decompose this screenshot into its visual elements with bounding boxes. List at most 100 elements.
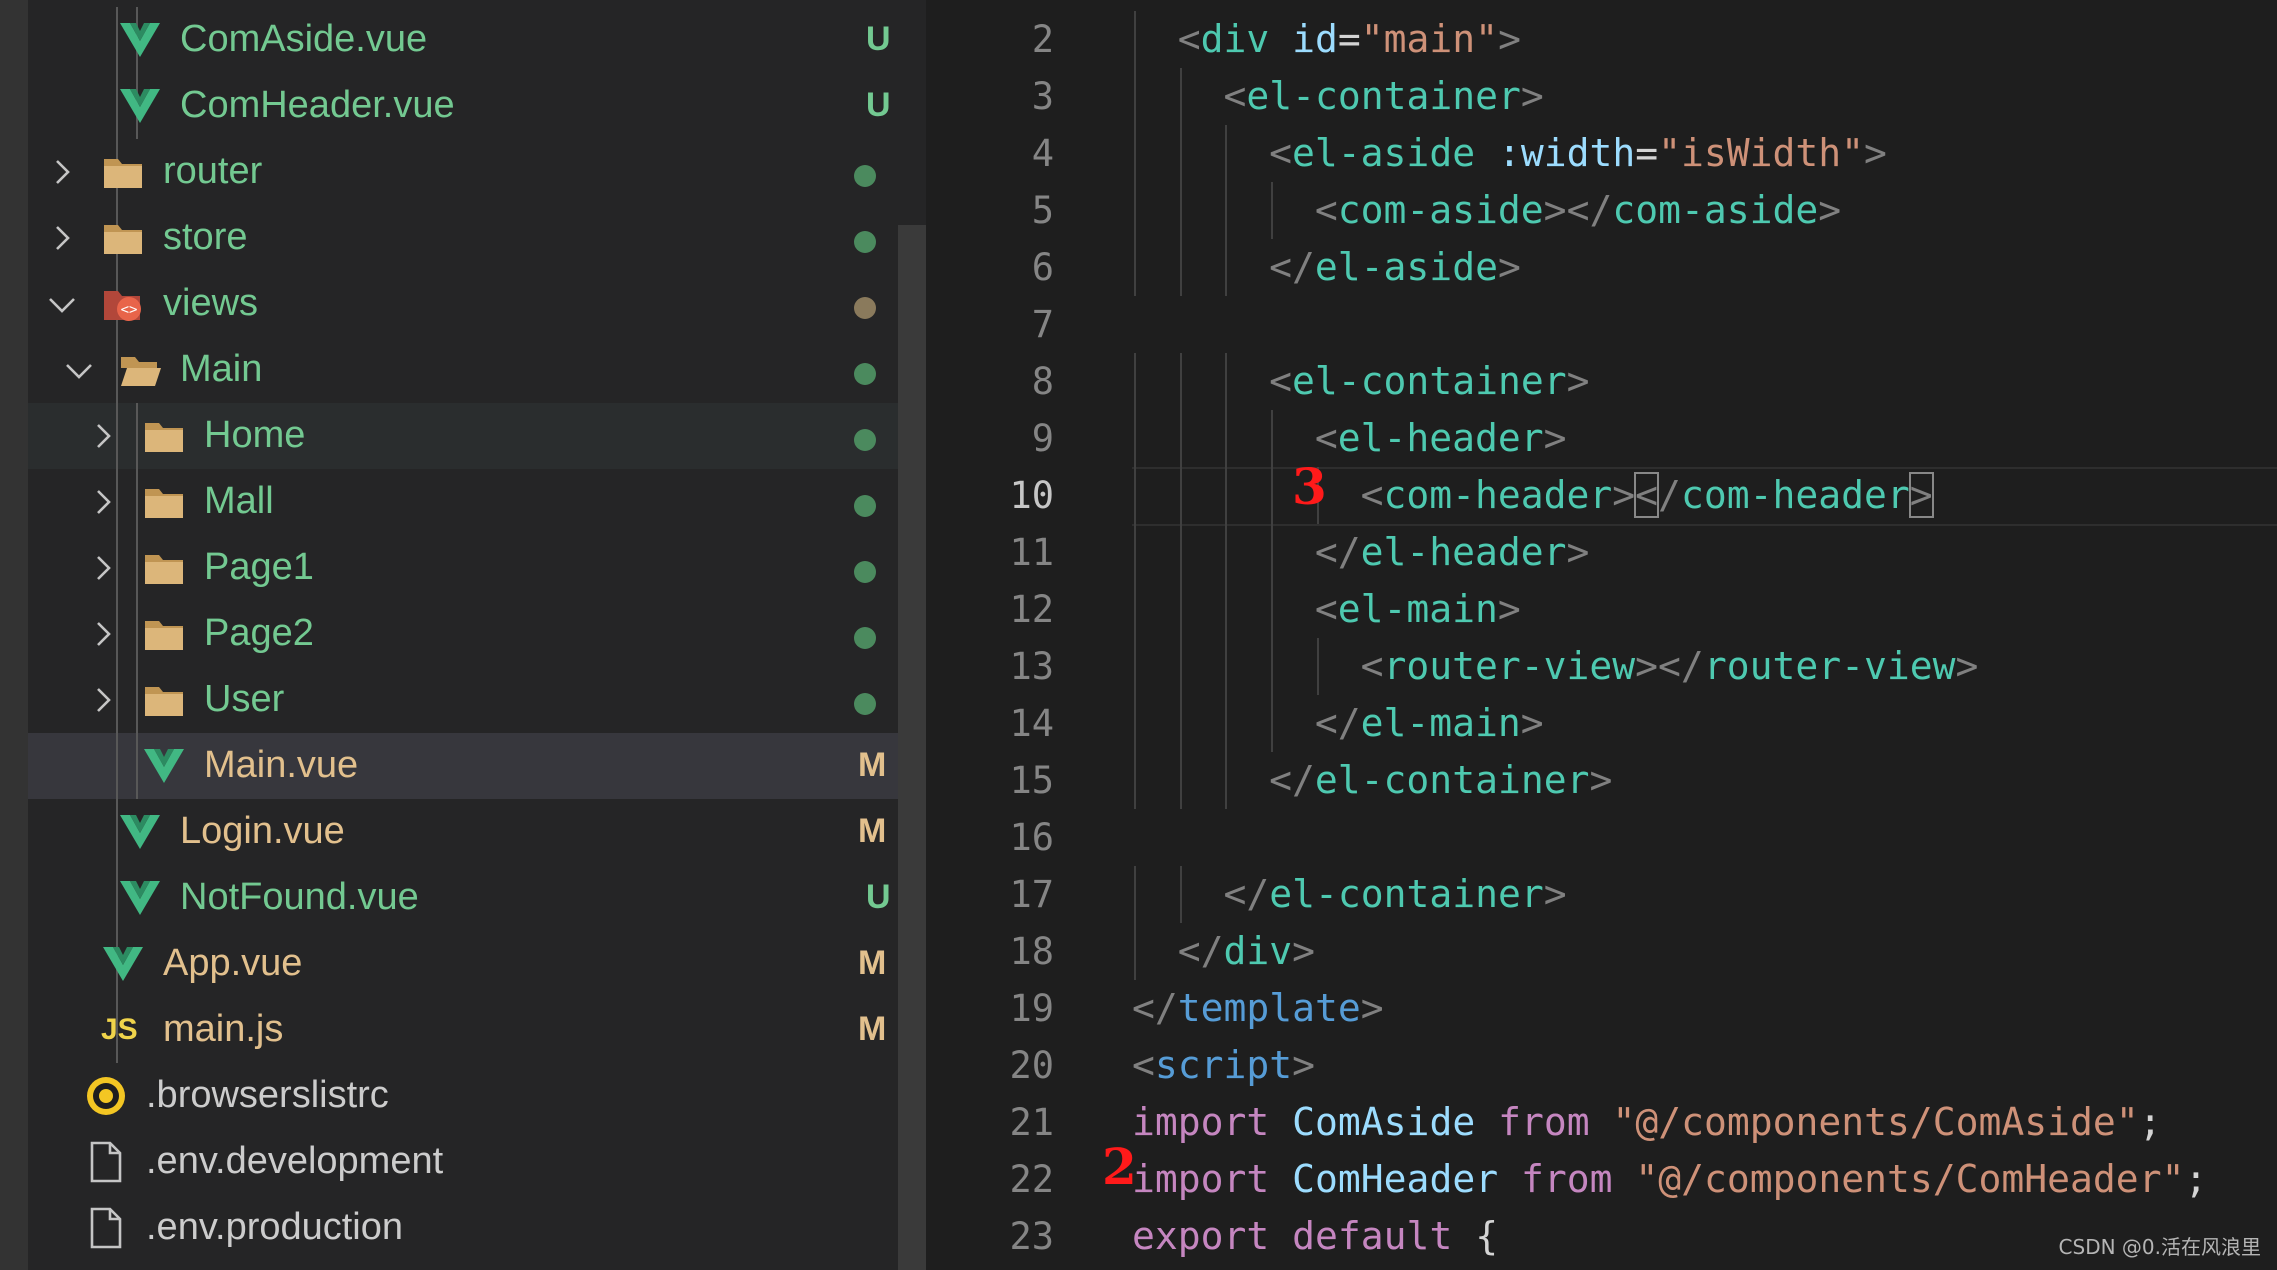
- indent-guide: [1225, 524, 1228, 581]
- indent-guide: [1179, 68, 1182, 125]
- code-line[interactable]: 2 <div id="main">: [926, 11, 2277, 68]
- code-line[interactable]: 6 </el-aside>: [926, 239, 2277, 296]
- tree-item-store[interactable]: store: [28, 205, 926, 271]
- line-number: 9: [1031, 417, 1054, 460]
- untracked-badge: U: [866, 86, 891, 124]
- chevron-right-icon[interactable]: [86, 419, 120, 453]
- tree-item-env-development[interactable]: .env.development: [28, 1129, 926, 1195]
- code-line[interactable]: 14 </el-main>: [926, 695, 2277, 752]
- tree-item-comaside-vue[interactable]: ComAside.vue U: [28, 7, 926, 73]
- tree-item-page1[interactable]: Page1: [28, 535, 926, 601]
- tree-item-env-production[interactable]: .env.production: [28, 1195, 926, 1261]
- tree-item-label: Main.vue: [204, 744, 359, 786]
- tree-item-views[interactable]: <> views: [28, 271, 926, 337]
- code-line[interactable]: 19 </template>: [926, 980, 2277, 1037]
- chevron-down-icon[interactable]: [45, 287, 79, 321]
- tree-item-label: Page1: [204, 546, 314, 588]
- tree-item-main-js[interactable]: JS main.js M: [28, 997, 926, 1063]
- tree-item-label: store: [163, 216, 248, 258]
- code-text: <router-view></router-view>: [1360, 644, 1979, 688]
- line-number: 16: [1009, 816, 1054, 859]
- code-text: <el-container>: [1269, 359, 1590, 403]
- indent-guide: [1134, 467, 1136, 524]
- code-line[interactable]: 22 import ComHeader from "@/components/Co…: [926, 1139, 2277, 1208]
- tree-item-notfound-vue[interactable]: NotFound.vue U: [28, 865, 926, 931]
- indent-guide: [1179, 410, 1182, 467]
- tree-item-user[interactable]: User: [28, 667, 926, 733]
- code-editor[interactable]: 2 <div id="main"> 3 <el-container> 4 <el-asid…: [926, 0, 2277, 1270]
- chevron-right-icon[interactable]: [86, 551, 120, 585]
- code-text: </el-container>: [1223, 872, 1567, 916]
- vue-icon: [118, 19, 162, 61]
- watermark: CSDN @0.活在风浪里: [2058, 1235, 2261, 1259]
- tree-item-label: NotFound.vue: [180, 876, 419, 918]
- line-number: 12: [1009, 588, 1054, 631]
- chevron-right-icon[interactable]: [45, 155, 79, 189]
- tree-item-mall[interactable]: Mall: [28, 469, 926, 535]
- modified-badge: M: [858, 812, 887, 850]
- indent-guide: [136, 403, 138, 469]
- tree-item-label: ComAside.vue: [180, 18, 428, 60]
- indent-guide: [1134, 752, 1136, 809]
- code-line[interactable]: 7: [926, 296, 2277, 353]
- indent-guide: [1134, 68, 1136, 125]
- tree-item-label: User: [204, 678, 285, 720]
- tree-item-browserslistrc[interactable]: .browserslistrc: [28, 1063, 926, 1129]
- line-number: 7: [1031, 303, 1054, 346]
- line-number: 18: [1009, 930, 1054, 973]
- indent-guide: [1134, 11, 1136, 68]
- chevron-right-icon[interactable]: [45, 221, 79, 255]
- code-text: export default {: [1132, 1214, 1499, 1258]
- code-line[interactable]: 5 <com-aside></com-aside>: [926, 182, 2277, 239]
- indent-guide: [1179, 581, 1182, 638]
- chevron-right-icon[interactable]: [86, 485, 120, 519]
- tree-item-router[interactable]: router: [28, 139, 926, 205]
- folder-icon: [101, 217, 145, 259]
- chevron-down-icon[interactable]: [62, 353, 96, 387]
- code-line[interactable]: 10 <com-header></com-header> 3: [926, 459, 2277, 526]
- activity-bar: [0, 0, 28, 1270]
- indent-guide: [1225, 410, 1228, 467]
- indent-guide: [1134, 353, 1136, 410]
- code-line[interactable]: 9 <el-header>: [926, 410, 2277, 467]
- tree-item-main[interactable]: Main: [28, 337, 926, 403]
- modified-badge: M: [858, 746, 887, 784]
- tree-item-app-vue[interactable]: App.vue M: [28, 931, 926, 997]
- tree-item-label: Main: [180, 348, 263, 390]
- indent-guide: [1179, 467, 1182, 524]
- chevron-right-icon[interactable]: [86, 617, 120, 651]
- chevron-right-icon[interactable]: [86, 683, 120, 717]
- code-line[interactable]: 20 <script>: [926, 1037, 2277, 1094]
- tree-item-label: router: [163, 150, 263, 192]
- line-number: 19: [1009, 987, 1054, 1030]
- code-line[interactable]: 16: [926, 809, 2277, 866]
- code-text: </div>: [1177, 929, 1316, 973]
- status-dot: [854, 165, 876, 187]
- tree-item-page2[interactable]: Page2: [28, 601, 926, 667]
- views-folder-icon: <>: [101, 283, 145, 325]
- explorer-scrollbar[interactable]: [898, 225, 926, 1270]
- tree-item-home[interactable]: Home: [28, 403, 926, 469]
- code-line[interactable]: 12 <el-main>: [926, 581, 2277, 638]
- svg-text:<>: <>: [121, 302, 138, 318]
- indent-guide: [136, 733, 138, 799]
- code-line[interactable]: 18 </div>: [926, 923, 2277, 980]
- tree-item-main-vue[interactable]: Main.vue M: [28, 733, 926, 799]
- code-line[interactable]: 11 </el-header>: [926, 524, 2277, 581]
- indent-guide: [1134, 125, 1136, 182]
- line-number: 4: [1031, 132, 1054, 175]
- code-line[interactable]: 8 <el-container>: [926, 353, 2277, 410]
- code-text: <div id="main">: [1177, 17, 1521, 61]
- code-line[interactable]: 4 <el-aside :width="isWidth">: [926, 125, 2277, 182]
- code-line[interactable]: 13 <router-view></router-view>: [926, 638, 2277, 695]
- line-number: 13: [1009, 645, 1054, 688]
- code-line[interactable]: 17 </el-container>: [926, 866, 2277, 923]
- tree-item-comheader-vue[interactable]: ComHeader.vue U: [28, 73, 926, 139]
- folder-icon: [142, 547, 186, 589]
- code-line[interactable]: 15 </el-container>: [926, 752, 2277, 809]
- code-text: <el-aside :width="isWidth">: [1269, 131, 1887, 175]
- indent-guide: [1179, 239, 1182, 296]
- tree-item-login-vue[interactable]: Login.vue M: [28, 799, 926, 865]
- code-line[interactable]: 3 <el-container>: [926, 68, 2277, 125]
- tree-item-label: Page2: [204, 612, 314, 654]
